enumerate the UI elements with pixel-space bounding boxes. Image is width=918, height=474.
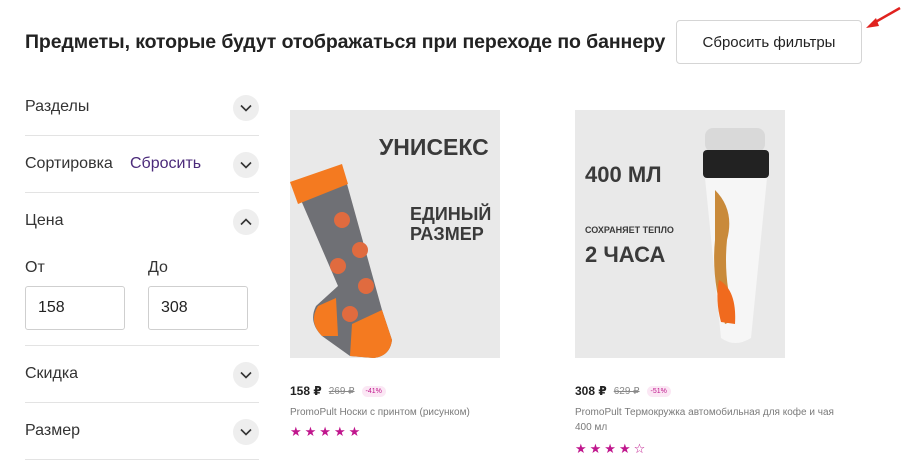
chevron-down-icon[interactable] xyxy=(233,152,259,178)
price-from-input[interactable] xyxy=(25,286,125,330)
filter-razdely-label: Разделы xyxy=(25,98,90,115)
filter-cena-label: Цена xyxy=(25,212,64,229)
page-title: Предметы, которые будут отображаться при… xyxy=(25,31,666,53)
price-from-label: От xyxy=(25,259,45,276)
product-price: 158 ₽ xyxy=(290,384,322,398)
discount-badge: -51% xyxy=(646,385,671,397)
mug-illustration xyxy=(703,128,769,343)
product-title[interactable]: PromoPult Термокружка автомобильная для … xyxy=(575,405,840,435)
product-price-line: 158 ₽ 269 ₽ -41% xyxy=(290,384,386,398)
filter-razdely[interactable]: Разделы xyxy=(25,79,259,136)
discount-badge: -41% xyxy=(361,385,386,397)
product-image[interactable]: УНИСЕКС ЕДИНЫЙ РАЗМЕР xyxy=(290,110,500,358)
filter-razmer[interactable]: Размер xyxy=(25,403,259,460)
filter-razmer-label: Размер xyxy=(25,422,80,439)
product-card[interactable]: УНИСЕКС ЕДИНЫЙ РАЗМЕР xyxy=(290,110,500,358)
filter-sortirovka[interactable]: Сортировка Сбросить xyxy=(25,136,259,193)
product-price: 308 ₽ xyxy=(575,384,607,398)
filter-skidka[interactable]: Скидка xyxy=(25,346,259,403)
sort-reset-link[interactable]: Сбросить xyxy=(130,155,201,173)
product-card[interactable]: 400 МЛ СОХРАНЯЕТ ТЕПЛО 2 ЧАСА xyxy=(575,110,785,358)
filters-sidebar: Разделы Сортировка Сбросить Цена От До С… xyxy=(25,79,259,460)
product-old-price: 629 ₽ xyxy=(613,385,640,397)
price-to-input[interactable] xyxy=(148,286,248,330)
chevron-down-icon[interactable] xyxy=(233,362,259,388)
annotation-arrow-icon xyxy=(866,6,901,28)
product-title[interactable]: PromoPult Носки с принтом (рисунком) xyxy=(290,405,555,420)
product-price-line: 308 ₽ 629 ₽ -51% xyxy=(575,384,671,398)
rating-stars: ★★★★★ xyxy=(290,424,364,439)
filter-skidka-label: Скидка xyxy=(25,365,79,382)
product-image[interactable]: 400 МЛ СОХРАНЯЕТ ТЕПЛО 2 ЧАСА xyxy=(575,110,785,358)
reset-filters-button[interactable]: Сбросить фильтры xyxy=(676,20,862,64)
filter-cena: Цена От До xyxy=(25,193,259,346)
chevron-down-icon[interactable] xyxy=(233,419,259,445)
product-old-price: 269 ₽ xyxy=(328,385,355,397)
chevron-down-icon[interactable] xyxy=(233,95,259,121)
sock-illustration xyxy=(290,164,392,358)
rating-stars: ★★★★☆ xyxy=(575,441,649,456)
filter-sortirovka-label: Сортировка xyxy=(25,155,113,172)
price-to-label: До xyxy=(148,259,168,276)
chevron-up-icon[interactable] xyxy=(233,209,259,235)
